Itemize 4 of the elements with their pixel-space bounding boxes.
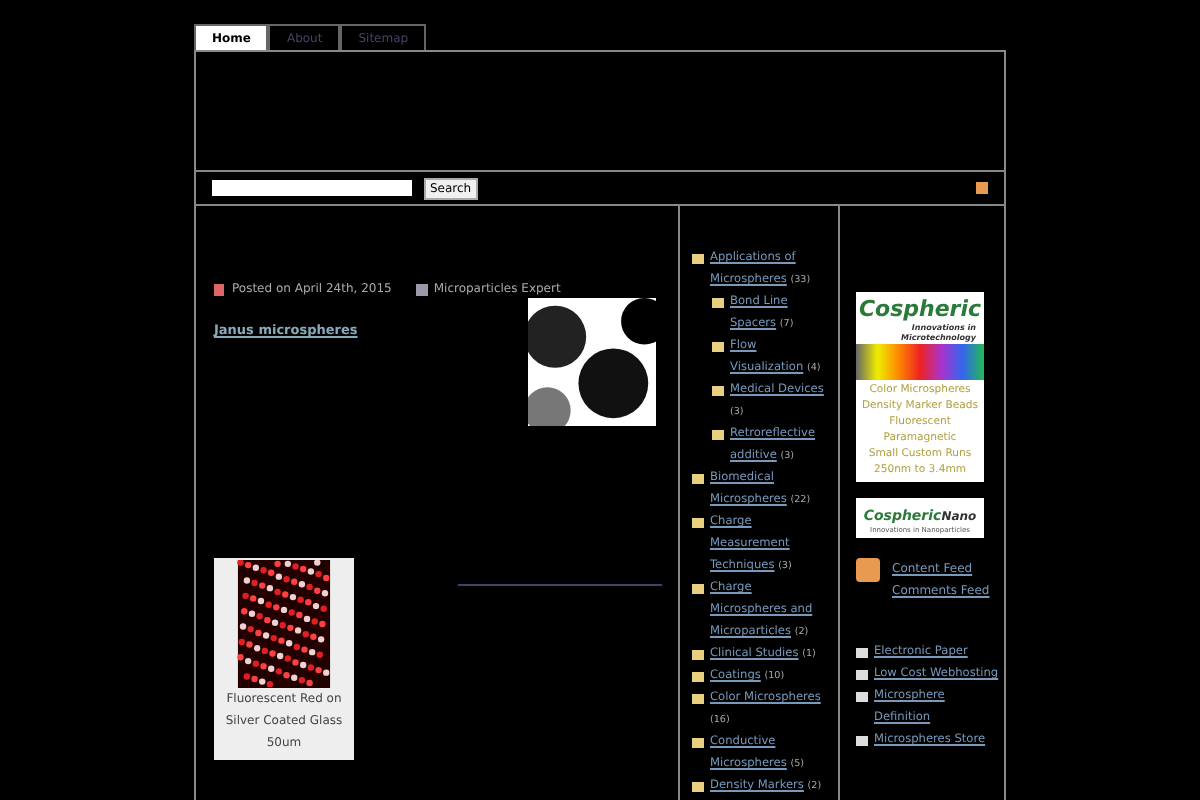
- photo-placeholder: [856, 344, 984, 380]
- photo-placeholder: [528, 298, 656, 426]
- search-field[interactable]: [212, 180, 412, 196]
- brand-logo: Cospheric: [856, 296, 984, 322]
